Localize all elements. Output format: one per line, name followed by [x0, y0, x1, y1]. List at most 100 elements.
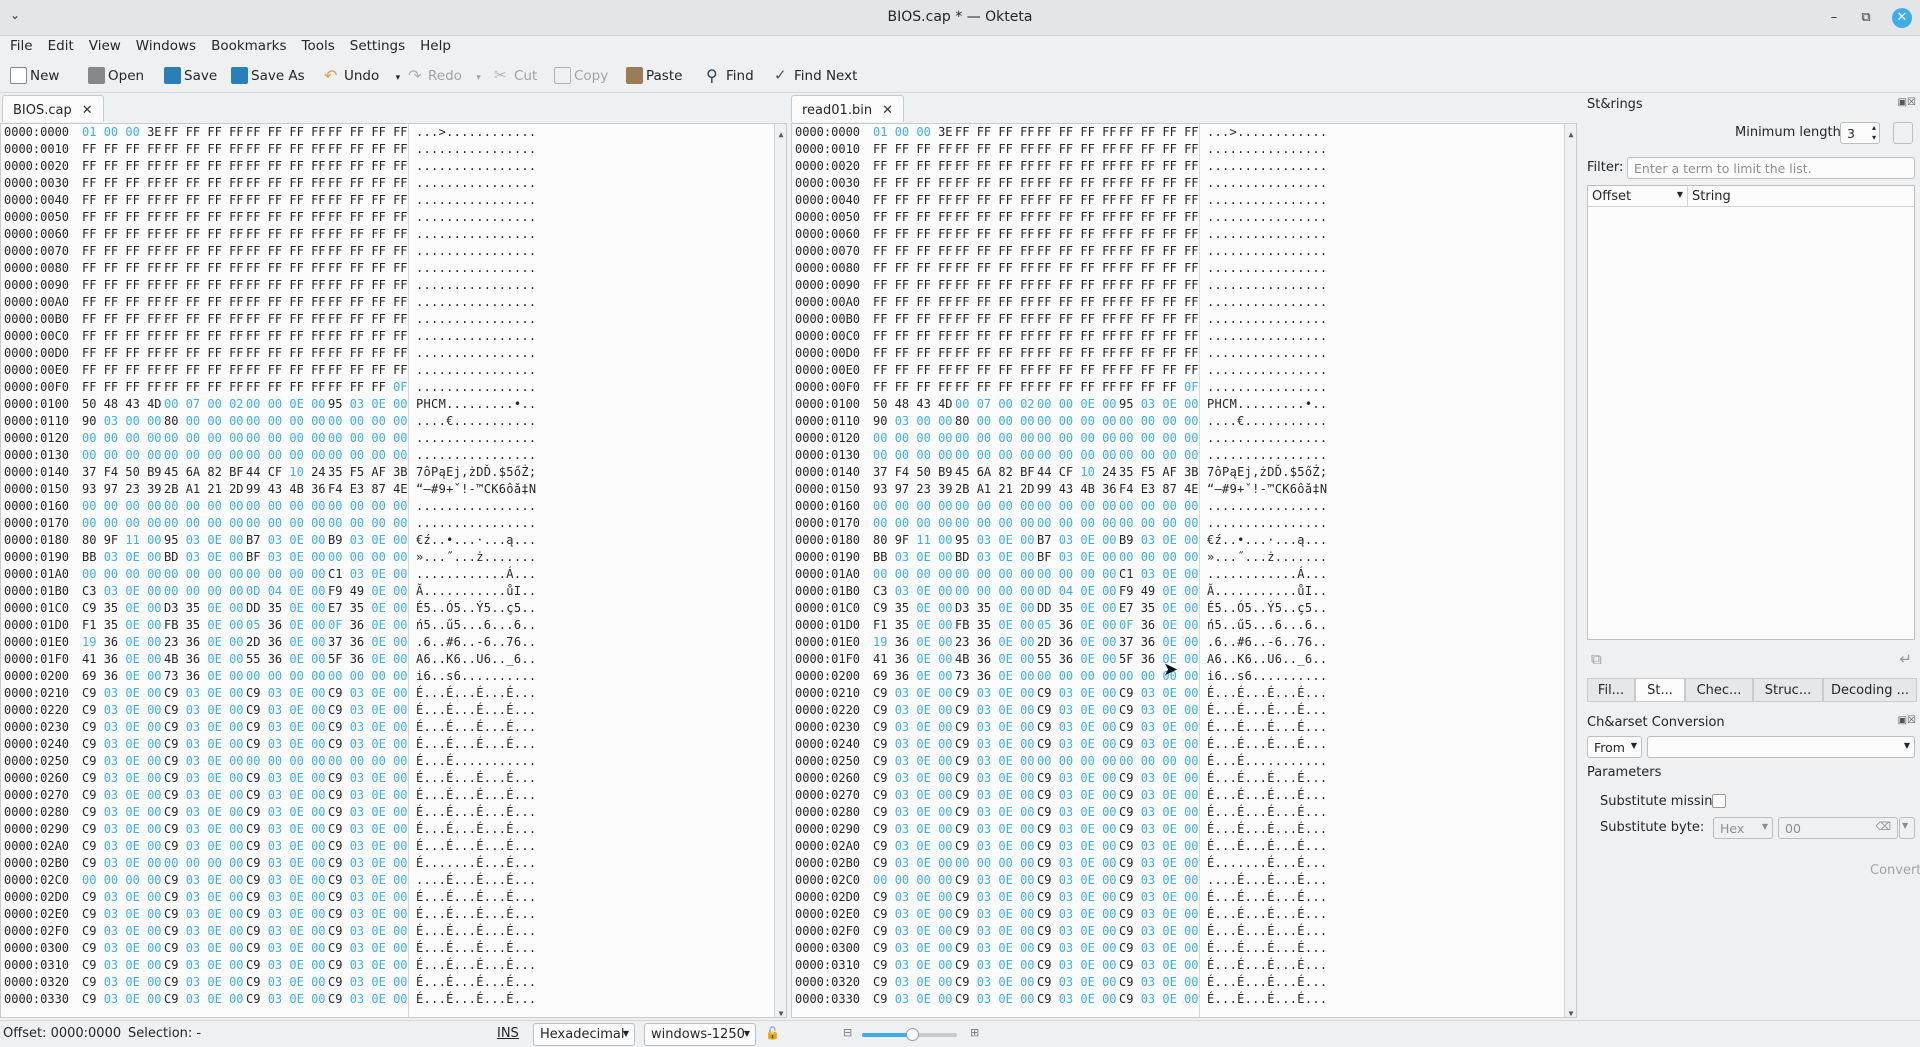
ascii-column[interactable]: ................: [1207, 379, 1327, 396]
byte-group[interactable]: 95 03 0E 00: [1119, 396, 1199, 413]
ascii-column[interactable]: A6..K6..U6.._6..: [1207, 651, 1327, 668]
byte-group[interactable]: FF FF FF FF: [1119, 175, 1199, 192]
hex-row[interactable]: 0000:0210 C9 03 0E 00 C9 03 0E 00 C9 03 0E …: [795, 685, 1555, 702]
hex-row[interactable]: 0000:01D0 F1 35 0E 00 FB 35 0E 00 05 36 0E …: [4, 617, 764, 634]
scroll-down-icon[interactable]: ▼: [1566, 1005, 1576, 1017]
hex-row[interactable]: 0000:0070 FF FF FF FF FF FF FF FF FF FF FF …: [795, 243, 1555, 260]
hex-row[interactable]: 0000:0020 FF FF FF FF FF FF FF FF FF FF FF …: [4, 158, 764, 175]
byte-group[interactable]: 80 00 00 00: [164, 413, 244, 430]
hex-row[interactable]: 0000:0060 FF FF FF FF FF FF FF FF FF FF FF …: [4, 226, 764, 243]
byte-group[interactable]: C9 03 0E 00: [328, 889, 408, 906]
byte-group[interactable]: C9 03 0E 00: [1119, 787, 1199, 804]
byte-group[interactable]: FF FF FF FF: [1119, 311, 1199, 328]
ascii-column[interactable]: É...É...É...É...: [1207, 906, 1327, 923]
min-length-spinbox[interactable]: 3 ▴ ▾: [1840, 122, 1880, 144]
hex-row[interactable]: 0000:0320 C9 03 0E 00 C9 03 0E 00 C9 03 0E …: [795, 974, 1555, 991]
ascii-column[interactable]: ................: [416, 447, 536, 464]
byte-group[interactable]: C9 03 0E 00: [164, 838, 244, 855]
byte-group[interactable]: FF FF FF FF: [82, 379, 162, 396]
byte-group[interactable]: FF FF FF FF: [328, 311, 408, 328]
byte-group[interactable]: FF FF FF FF: [164, 277, 244, 294]
byte-group[interactable]: 00 00 00 00: [873, 498, 953, 515]
byte-group[interactable]: C9 03 0E 00: [1037, 923, 1117, 940]
byte-group[interactable]: FF FF FF FF: [328, 260, 408, 277]
byte-group[interactable]: FF FF FF FF: [1037, 175, 1117, 192]
byte-group[interactable]: FF FF FF FF: [955, 311, 1035, 328]
ascii-column[interactable]: É5..Ó5..Ý5..ç5..: [416, 600, 536, 617]
byte-group[interactable]: C9 03 0E 00: [955, 957, 1035, 974]
byte-group[interactable]: FF FF FF FF: [328, 362, 408, 379]
ascii-column[interactable]: €ź..•...·...ą...: [416, 532, 536, 549]
byte-group[interactable]: C9 03 0E 00: [328, 804, 408, 821]
byte-group[interactable]: C9 03 0E 00: [1037, 770, 1117, 787]
ascii-column[interactable]: ................: [1207, 311, 1327, 328]
hex-row[interactable]: 0000:0200 69 36 0E 00 73 36 0E 00 00 00 00 …: [4, 668, 764, 685]
byte-group[interactable]: 00 00 00 00: [1037, 498, 1117, 515]
ascii-column[interactable]: É...É...É...É...: [1207, 991, 1327, 1008]
byte-group[interactable]: FF FF FF FF: [955, 277, 1035, 294]
hex-row[interactable]: 0000:0080 FF FF FF FF FF FF FF FF FF FF FF …: [795, 260, 1555, 277]
tab-strings[interactable]: St...: [1635, 678, 1685, 702]
byte-group[interactable]: 00 00 00 00: [82, 430, 162, 447]
byte-group[interactable]: FF FF FF FF: [164, 243, 244, 260]
byte-group[interactable]: FF FF FF FF: [955, 192, 1035, 209]
byte-group[interactable]: FF FF FF FF: [246, 175, 326, 192]
hex-row[interactable]: 0000:0010 FF FF FF FF FF FF FF FF FF FF FF …: [4, 141, 764, 158]
byte-group[interactable]: C9 03 0E 00: [82, 685, 162, 702]
byte-group[interactable]: 00 00 00 00: [328, 515, 408, 532]
byte-group[interactable]: 37 F4 50 B9: [82, 464, 162, 481]
ascii-column[interactable]: Ă...........ůI..: [1207, 583, 1327, 600]
hex-row[interactable]: 0000:00D0 FF FF FF FF FF FF FF FF FF FF FF …: [4, 345, 764, 362]
save-button[interactable]: Save: [162, 64, 217, 88]
byte-group[interactable]: FF FF FF FF: [955, 294, 1035, 311]
byte-group[interactable]: C9 03 0E 00: [82, 702, 162, 719]
byte-group[interactable]: 00 00 00 00: [328, 498, 408, 515]
byte-group[interactable]: C9 03 0E 00: [82, 940, 162, 957]
byte-group[interactable]: 44 CF 10 24: [246, 464, 326, 481]
byte-group[interactable]: FF FF FF FF: [164, 226, 244, 243]
copy-button[interactable]: Copy: [552, 64, 608, 88]
ascii-column[interactable]: É...É...É...É...: [1207, 702, 1327, 719]
byte-group[interactable]: FF FF FF FF: [246, 158, 326, 175]
zoom-slider-handle[interactable]: [906, 1028, 919, 1041]
byte-group[interactable]: FF FF FF FF: [873, 379, 953, 396]
byte-group[interactable]: 00 00 00 00: [246, 413, 326, 430]
byte-group[interactable]: C9 03 0E 00: [873, 974, 953, 991]
byte-group[interactable]: FF FF FF FF: [955, 328, 1035, 345]
byte-group[interactable]: FF FF FF FF: [873, 328, 953, 345]
ascii-column[interactable]: ................: [416, 498, 536, 515]
menu-settings[interactable]: Settings: [340, 36, 410, 54]
read-only-lock-icon[interactable]: 🔓: [765, 1026, 780, 1040]
ascii-column[interactable]: É...É...É...É...: [416, 719, 536, 736]
byte-group[interactable]: C9 03 0E 00: [1119, 991, 1199, 1008]
byte-group[interactable]: FF FF FF FF: [1119, 328, 1199, 345]
byte-group[interactable]: 95 03 0E 00: [955, 532, 1035, 549]
byte-group[interactable]: C9 03 0E 00: [82, 906, 162, 923]
byte-group[interactable]: C9 03 0E 00: [873, 821, 953, 838]
byte-group[interactable]: BF 03 0E 00: [1037, 549, 1117, 566]
byte-group[interactable]: C9 03 0E 00: [873, 855, 953, 872]
byte-group[interactable]: C9 03 0E 00: [1119, 702, 1199, 719]
hex-row[interactable]: 0000:00F0 FF FF FF FF FF FF FF FF FF FF FF …: [795, 379, 1555, 396]
byte-group[interactable]: 2D 36 0E 00: [246, 634, 326, 651]
byte-group[interactable]: 2B A1 21 2D: [955, 481, 1035, 498]
byte-group[interactable]: 37 F4 50 B9: [873, 464, 953, 481]
byte-group[interactable]: C9 35 0E 00: [873, 600, 953, 617]
byte-group[interactable]: 90 03 00 00: [82, 413, 162, 430]
menu-windows[interactable]: Windows: [126, 36, 201, 54]
byte-group[interactable]: C9 03 0E 00: [873, 702, 953, 719]
ascii-column[interactable]: ................: [1207, 158, 1327, 175]
byte-group[interactable]: C9 03 0E 00: [1037, 957, 1117, 974]
ascii-column[interactable]: PHCM.........•..: [416, 396, 536, 413]
byte-group[interactable]: C9 03 0E 00: [1037, 804, 1117, 821]
ascii-column[interactable]: É...É...É...É...: [1207, 957, 1327, 974]
byte-group[interactable]: C9 03 0E 00: [164, 804, 244, 821]
hex-row[interactable]: 0000:00A0 FF FF FF FF FF FF FF FF FF FF FF …: [4, 294, 764, 311]
byte-group[interactable]: 23 36 0E 00: [164, 634, 244, 651]
hex-view-left[interactable]: ▲ ▼ 0000:0000 01 00 00 3E FF FF FF FF FF FF F…: [0, 123, 787, 1018]
byte-group[interactable]: C9 03 0E 00: [82, 753, 162, 770]
byte-group[interactable]: C9 03 0E 00: [82, 974, 162, 991]
tab-read01-bin[interactable]: read01.bin ✕: [791, 95, 904, 122]
strings-list[interactable]: Offset ▼ String: [1587, 185, 1915, 640]
hex-row[interactable]: 0000:02B0 C9 03 0E 00 00 00 00 00 C9 03 0E …: [795, 855, 1555, 872]
